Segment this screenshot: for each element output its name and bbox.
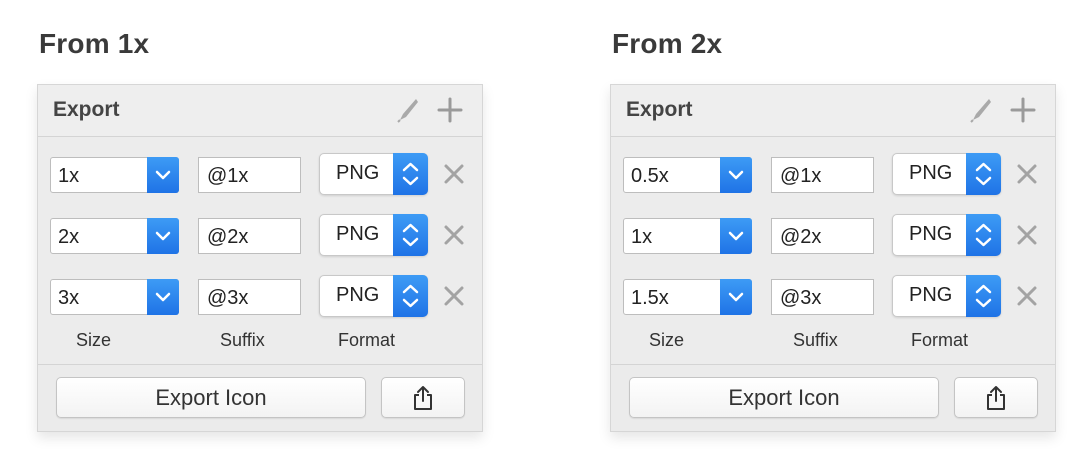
suffix-input[interactable]: @3x — [198, 279, 301, 315]
size-dropdown-button[interactable] — [147, 279, 179, 315]
format-value: PNG — [336, 223, 380, 245]
format-dropdown-button[interactable] — [393, 214, 428, 256]
plus-icon[interactable] — [436, 96, 464, 124]
share-button[interactable] — [954, 377, 1038, 418]
size-dropdown-button[interactable] — [720, 279, 752, 315]
size-select[interactable]: 1x — [623, 218, 752, 254]
suffix-input[interactable]: @2x — [771, 218, 874, 254]
panel-title: Export — [53, 98, 120, 121]
up-down-chevron-icon — [402, 223, 419, 247]
format-select[interactable]: PNG — [892, 153, 1001, 195]
suffix-input[interactable]: @1x — [198, 157, 301, 193]
format-dropdown-button[interactable] — [393, 275, 428, 317]
section-title: From 1x — [39, 28, 150, 59]
format-select[interactable]: PNG — [319, 214, 428, 256]
close-icon[interactable] — [1015, 162, 1039, 186]
size-select[interactable]: 1.5x — [623, 279, 752, 315]
size-column-label: Size — [649, 330, 685, 350]
suffix-value: @2x — [780, 226, 822, 248]
chevron-down-icon — [728, 292, 744, 302]
size-column-label: Size — [76, 330, 112, 350]
close-icon[interactable] — [442, 223, 466, 247]
export-row: 1x @2x PNG — [623, 214, 1043, 258]
share-icon — [987, 386, 1005, 410]
panel-header: Export — [38, 85, 482, 137]
format-value: PNG — [909, 284, 953, 306]
export-icon-button[interactable]: Export Icon — [629, 377, 939, 418]
export-panel: Export 1x @1x PNG 2x @2x PNG 3x @3x PNG … — [37, 84, 483, 432]
close-icon[interactable] — [1015, 223, 1039, 247]
size-value: 1x — [631, 226, 653, 248]
panel-title: Export — [626, 98, 693, 121]
suffix-column-label: Suffix — [793, 330, 838, 350]
size-value: 3x — [58, 287, 80, 309]
format-dropdown-button[interactable] — [966, 153, 1001, 195]
export-panel: Export 0.5x @1x PNG 1x @2x PNG 1.5x @3x … — [610, 84, 1056, 432]
panel-footer: Export Icon — [611, 364, 1055, 431]
up-down-chevron-icon — [975, 284, 992, 308]
format-dropdown-button[interactable] — [966, 214, 1001, 256]
section-title: From 2x — [612, 28, 723, 59]
size-value: 1x — [58, 165, 80, 187]
format-select[interactable]: PNG — [892, 214, 1001, 256]
suffix-column-label: Suffix — [220, 330, 265, 350]
suffix-value: @3x — [207, 287, 249, 309]
pen-icon[interactable] — [394, 97, 420, 123]
size-select[interactable]: 1x — [50, 157, 179, 193]
suffix-value: @3x — [780, 287, 822, 309]
suffix-value: @1x — [780, 165, 822, 187]
format-dropdown-button[interactable] — [966, 275, 1001, 317]
up-down-chevron-icon — [975, 223, 992, 247]
up-down-chevron-icon — [402, 162, 419, 186]
size-select[interactable]: 3x — [50, 279, 179, 315]
panel-footer: Export Icon — [38, 364, 482, 431]
suffix-input[interactable]: @2x — [198, 218, 301, 254]
suffix-input[interactable]: @3x — [771, 279, 874, 315]
chevron-down-icon — [728, 231, 744, 241]
chevron-down-icon — [155, 170, 171, 180]
size-dropdown-button[interactable] — [720, 218, 752, 254]
suffix-value: @2x — [207, 226, 249, 248]
format-select[interactable]: PNG — [319, 153, 428, 195]
format-value: PNG — [909, 162, 953, 184]
size-value: 1.5x — [631, 287, 669, 309]
format-dropdown-button[interactable] — [393, 153, 428, 195]
export-row: 1x @1x PNG — [50, 153, 470, 197]
size-select[interactable]: 2x — [50, 218, 179, 254]
close-icon[interactable] — [442, 284, 466, 308]
format-select[interactable]: PNG — [319, 275, 428, 317]
panel-header: Export — [611, 85, 1055, 137]
format-value: PNG — [336, 162, 380, 184]
export-icon-button[interactable]: Export Icon — [56, 377, 366, 418]
size-dropdown-button[interactable] — [147, 157, 179, 193]
close-icon[interactable] — [442, 162, 466, 186]
share-button[interactable] — [381, 377, 465, 418]
size-value: 2x — [58, 226, 80, 248]
format-value: PNG — [336, 284, 380, 306]
format-column-label: Format — [911, 330, 969, 350]
up-down-chevron-icon — [402, 284, 419, 308]
share-icon — [414, 386, 432, 410]
format-value: PNG — [909, 223, 953, 245]
chevron-down-icon — [728, 170, 744, 180]
suffix-input[interactable]: @1x — [771, 157, 874, 193]
plus-icon[interactable] — [1009, 96, 1037, 124]
size-select[interactable]: 0.5x — [623, 157, 752, 193]
close-icon[interactable] — [1015, 284, 1039, 308]
export-row: 0.5x @1x PNG — [623, 153, 1043, 197]
size-value: 0.5x — [631, 165, 669, 187]
size-dropdown-button[interactable] — [147, 218, 179, 254]
chevron-down-icon — [155, 231, 171, 241]
up-down-chevron-icon — [975, 162, 992, 186]
export-row: 2x @2x PNG — [50, 214, 470, 258]
suffix-value: @1x — [207, 165, 249, 187]
export-row: 3x @3x PNG — [50, 275, 470, 319]
size-dropdown-button[interactable] — [720, 157, 752, 193]
pen-icon[interactable] — [967, 97, 993, 123]
format-select[interactable]: PNG — [892, 275, 1001, 317]
chevron-down-icon — [155, 292, 171, 302]
format-column-label: Format — [338, 330, 396, 350]
export-row: 1.5x @3x PNG — [623, 275, 1043, 319]
